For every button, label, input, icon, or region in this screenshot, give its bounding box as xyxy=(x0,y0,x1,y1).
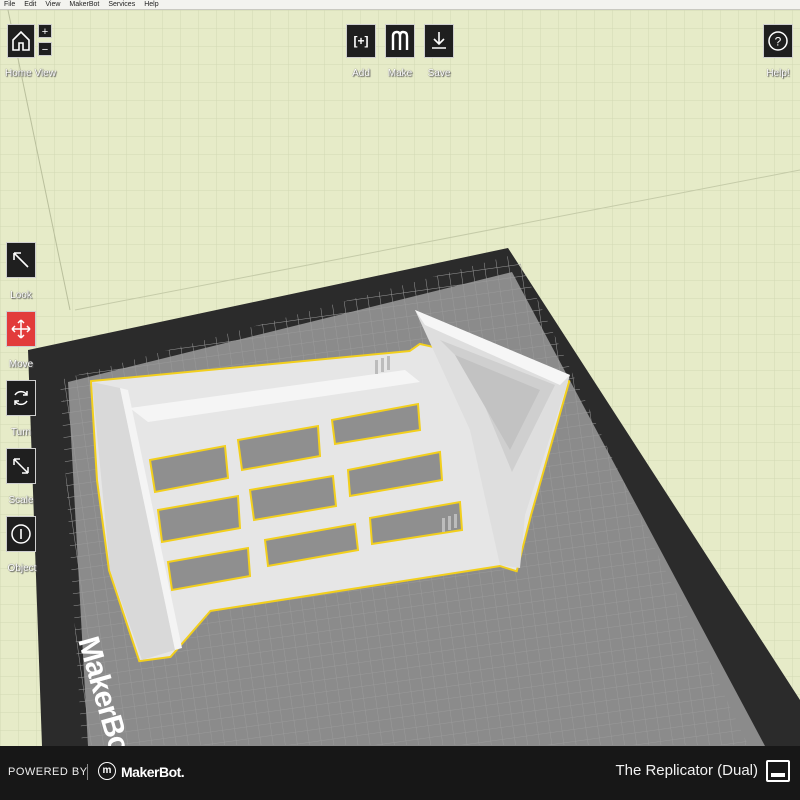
question-icon: ? xyxy=(768,31,788,51)
machine-name[interactable]: The Replicator (Dual) xyxy=(615,762,758,779)
add-label: Add xyxy=(352,68,370,79)
move-button[interactable] xyxy=(6,311,36,347)
info-icon xyxy=(11,524,31,544)
add-icon: [+] xyxy=(353,34,369,48)
menu-bar: File Edit View MakerBot Services Help xyxy=(0,0,800,10)
scale-label: Scale xyxy=(8,495,34,506)
menu-edit[interactable]: Edit xyxy=(24,0,36,10)
bottom-bar: POWERED BY m MakerBot. The Replicator (D… xyxy=(0,746,800,800)
home-view-button[interactable] xyxy=(7,24,35,58)
menu-help[interactable]: Help xyxy=(144,0,158,10)
zoom-out-button[interactable]: − xyxy=(38,42,52,56)
svg-text:?: ? xyxy=(775,35,782,49)
make-label: Make xyxy=(387,68,413,79)
move-label: Move xyxy=(8,359,34,370)
add-button[interactable]: [+] xyxy=(346,24,376,58)
rotate-icon xyxy=(14,390,28,406)
help-button[interactable]: ? xyxy=(763,24,793,58)
menu-services[interactable]: Services xyxy=(108,0,135,10)
bottom-divider xyxy=(87,764,88,780)
home-icon xyxy=(12,30,30,51)
look-arrow-icon xyxy=(13,252,29,268)
powered-by-text: POWERED BY xyxy=(8,766,88,778)
turn-label: Turn xyxy=(10,427,32,438)
menu-makerbot[interactable]: MakerBot xyxy=(69,0,99,10)
makerbot-brand: MakerBot. xyxy=(121,764,185,780)
zoom-in-button[interactable]: + xyxy=(38,24,52,38)
make-button[interactable] xyxy=(385,24,415,58)
look-button[interactable] xyxy=(6,242,36,278)
home-view-label: Home View xyxy=(5,68,56,79)
makerbot-logo-icon: m xyxy=(98,762,116,780)
download-icon xyxy=(432,32,446,49)
makerbot-m-icon xyxy=(391,30,409,50)
printer-icon[interactable] xyxy=(766,760,790,782)
scale-icon xyxy=(13,458,29,474)
turn-button[interactable] xyxy=(6,380,36,416)
menu-view[interactable]: View xyxy=(45,0,60,10)
save-label: Save xyxy=(427,68,451,79)
menu-file[interactable]: File xyxy=(4,0,15,10)
save-button[interactable] xyxy=(424,24,454,58)
object-label: Object xyxy=(7,563,37,574)
move-arrows-icon xyxy=(11,319,31,339)
help-label: Help! xyxy=(766,68,790,79)
look-label: Look xyxy=(10,290,32,301)
object-button[interactable] xyxy=(6,516,36,552)
scene: MakerBot xyxy=(0,10,800,746)
scale-button[interactable] xyxy=(6,448,36,484)
3d-viewport[interactable]: MakerBot xyxy=(0,10,800,746)
